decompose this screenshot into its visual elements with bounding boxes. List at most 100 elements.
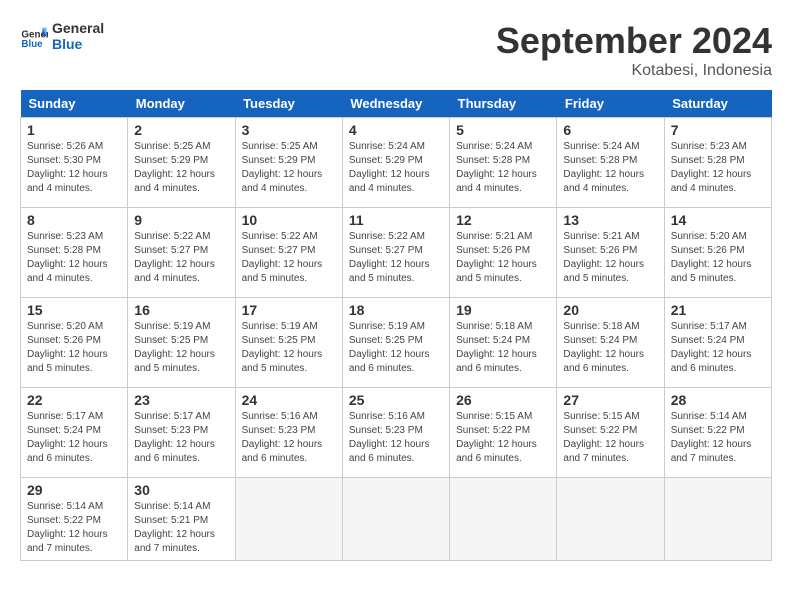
calendar-day-7: 7 Sunrise: 5:23 AM Sunset: 5:28 PM Daylig… — [664, 118, 771, 208]
calendar-week-5: 29 Sunrise: 5:14 AM Sunset: 5:22 PM Dayli… — [21, 478, 772, 561]
day-number-8: 8 — [27, 212, 121, 228]
day-number-27: 27 — [563, 392, 657, 408]
day-number-21: 21 — [671, 302, 765, 318]
calendar-week-4: 22Sunrise: 5:17 AM Sunset: 5:24 PM Dayli… — [21, 388, 772, 478]
day-number-3: 3 — [242, 122, 336, 138]
calendar-week-2: 8 Sunrise: 5:23 AM Sunset: 5:28 PM Daylig… — [21, 208, 772, 298]
day-number-17: 17 — [242, 302, 336, 318]
day-info-16: Sunrise: 5:19 AM Sunset: 5:25 PM Dayligh… — [134, 320, 228, 376]
calendar-day-20: 20 Sunrise: 5:18 AM Sunset: 5:24 PM Dayli… — [557, 298, 664, 388]
calendar-week-1: 1Sunrise: 5:26 AM Sunset: 5:30 PM Daylig… — [21, 118, 772, 208]
day-number-9: 9 — [134, 212, 228, 228]
weekday-header-thursday: Thursday — [450, 90, 557, 118]
day-info-2: Sunrise: 5:25 AM Sunset: 5:29 PM Dayligh… — [134, 140, 228, 196]
calendar-day-3: 3 Sunrise: 5:25 AM Sunset: 5:29 PM Daylig… — [235, 118, 342, 208]
day-info-14: Sunrise: 5:20 AM Sunset: 5:26 PM Dayligh… — [671, 230, 765, 286]
calendar-day-27: 27 Sunrise: 5:15 AM Sunset: 5:22 PM Dayli… — [557, 388, 664, 478]
day-number-26: 26 — [456, 392, 550, 408]
calendar-day-23: 23Sunrise: 5:17 AM Sunset: 5:23 PM Dayli… — [128, 388, 235, 478]
calendar-day-28: 28 Sunrise: 5:14 AM Sunset: 5:22 PM Dayli… — [664, 388, 771, 478]
day-info-22: Sunrise: 5:17 AM Sunset: 5:24 PM Dayligh… — [27, 410, 121, 466]
day-number-2: 2 — [134, 122, 228, 138]
day-info-20: Sunrise: 5:18 AM Sunset: 5:24 PM Dayligh… — [563, 320, 657, 376]
day-info-8: Sunrise: 5:23 AM Sunset: 5:28 PM Dayligh… — [27, 230, 121, 286]
weekday-header-wednesday: Wednesday — [342, 90, 449, 118]
day-info-26: Sunrise: 5:15 AM Sunset: 5:22 PM Dayligh… — [456, 410, 550, 466]
logo-general: General — [52, 20, 104, 36]
day-info-29: Sunrise: 5:14 AM Sunset: 5:22 PM Dayligh… — [27, 500, 121, 556]
empty-cell — [450, 478, 557, 561]
day-number-14: 14 — [671, 212, 765, 228]
location-title: Kotabesi, Indonesia — [496, 62, 772, 80]
day-info-10: Sunrise: 5:22 AM Sunset: 5:27 PM Dayligh… — [242, 230, 336, 286]
weekday-header-saturday: Saturday — [664, 90, 771, 118]
day-info-18: Sunrise: 5:19 AM Sunset: 5:25 PM Dayligh… — [349, 320, 443, 376]
day-info-3: Sunrise: 5:25 AM Sunset: 5:29 PM Dayligh… — [242, 140, 336, 196]
day-info-24: Sunrise: 5:16 AM Sunset: 5:23 PM Dayligh… — [242, 410, 336, 466]
calendar-day-6: 6Sunrise: 5:24 AM Sunset: 5:28 PM Daylig… — [557, 118, 664, 208]
calendar-day-8: 8 Sunrise: 5:23 AM Sunset: 5:28 PM Daylig… — [21, 208, 128, 298]
day-number-4: 4 — [349, 122, 443, 138]
day-info-25: Sunrise: 5:16 AM Sunset: 5:23 PM Dayligh… — [349, 410, 443, 466]
logo-icon: General Blue — [20, 22, 48, 50]
day-number-7: 7 — [671, 122, 765, 138]
day-number-11: 11 — [349, 212, 443, 228]
day-number-13: 13 — [563, 212, 657, 228]
day-info-7: Sunrise: 5:23 AM Sunset: 5:28 PM Dayligh… — [671, 140, 765, 196]
day-info-27: Sunrise: 5:15 AM Sunset: 5:22 PM Dayligh… — [563, 410, 657, 466]
empty-cell — [342, 478, 449, 561]
day-info-15: Sunrise: 5:20 AM Sunset: 5:26 PM Dayligh… — [27, 320, 121, 376]
day-info-21: Sunrise: 5:17 AM Sunset: 5:24 PM Dayligh… — [671, 320, 765, 376]
calendar-day-29: 29 Sunrise: 5:14 AM Sunset: 5:22 PM Dayli… — [21, 478, 128, 561]
day-number-5: 5 — [456, 122, 550, 138]
day-number-19: 19 — [456, 302, 550, 318]
day-number-16: 16 — [134, 302, 228, 318]
day-info-13: Sunrise: 5:21 AM Sunset: 5:26 PM Dayligh… — [563, 230, 657, 286]
calendar-day-25: 25 Sunrise: 5:16 AM Sunset: 5:23 PM Dayli… — [342, 388, 449, 478]
empty-cell — [557, 478, 664, 561]
day-number-24: 24 — [242, 392, 336, 408]
calendar-day-22: 22Sunrise: 5:17 AM Sunset: 5:24 PM Dayli… — [21, 388, 128, 478]
day-info-9: Sunrise: 5:22 AM Sunset: 5:27 PM Dayligh… — [134, 230, 228, 286]
weekday-header-friday: Friday — [557, 90, 664, 118]
day-number-10: 10 — [242, 212, 336, 228]
day-number-25: 25 — [349, 392, 443, 408]
day-number-1: 1 — [27, 122, 121, 138]
day-number-18: 18 — [349, 302, 443, 318]
day-info-30: Sunrise: 5:14 AM Sunset: 5:21 PM Dayligh… — [134, 500, 228, 556]
calendar-day-2: 2 Sunrise: 5:25 AM Sunset: 5:29 PM Daylig… — [128, 118, 235, 208]
weekday-header-tuesday: Tuesday — [235, 90, 342, 118]
day-number-30: 30 — [134, 482, 228, 498]
day-info-17: Sunrise: 5:19 AM Sunset: 5:25 PM Dayligh… — [242, 320, 336, 376]
calendar-day-14: 14 Sunrise: 5:20 AM Sunset: 5:26 PM Dayli… — [664, 208, 771, 298]
day-number-20: 20 — [563, 302, 657, 318]
calendar-day-12: 12Sunrise: 5:21 AM Sunset: 5:26 PM Dayli… — [450, 208, 557, 298]
calendar-day-16: 16 Sunrise: 5:19 AM Sunset: 5:25 PM Dayli… — [128, 298, 235, 388]
day-info-23: Sunrise: 5:17 AM Sunset: 5:23 PM Dayligh… — [134, 410, 228, 466]
calendar-day-10: 10 Sunrise: 5:22 AM Sunset: 5:27 PM Dayli… — [235, 208, 342, 298]
calendar-table: SundayMondayTuesdayWednesdayThursdayFrid… — [20, 90, 772, 561]
day-info-28: Sunrise: 5:14 AM Sunset: 5:22 PM Dayligh… — [671, 410, 765, 466]
day-number-29: 29 — [27, 482, 121, 498]
logo-blue: Blue — [52, 36, 104, 52]
day-info-19: Sunrise: 5:18 AM Sunset: 5:24 PM Dayligh… — [456, 320, 550, 376]
weekday-header-monday: Monday — [128, 90, 235, 118]
month-title: September 2024 — [496, 20, 772, 62]
calendar-day-1: 1Sunrise: 5:26 AM Sunset: 5:30 PM Daylig… — [21, 118, 128, 208]
title-area: September 2024 Kotabesi, Indonesia — [496, 20, 772, 80]
day-number-15: 15 — [27, 302, 121, 318]
calendar-day-19: 19 Sunrise: 5:18 AM Sunset: 5:24 PM Dayli… — [450, 298, 557, 388]
header: General Blue General Blue September 2024… — [20, 20, 772, 80]
calendar-day-4: 4Sunrise: 5:24 AM Sunset: 5:29 PM Daylig… — [342, 118, 449, 208]
day-number-28: 28 — [671, 392, 765, 408]
calendar-day-26: 26 Sunrise: 5:15 AM Sunset: 5:22 PM Dayli… — [450, 388, 557, 478]
day-info-12: Sunrise: 5:21 AM Sunset: 5:26 PM Dayligh… — [456, 230, 550, 286]
calendar-day-15: 15 Sunrise: 5:20 AM Sunset: 5:26 PM Dayli… — [21, 298, 128, 388]
weekday-header-row: SundayMondayTuesdayWednesdayThursdayFrid… — [21, 90, 772, 118]
calendar-day-9: 9 Sunrise: 5:22 AM Sunset: 5:27 PM Daylig… — [128, 208, 235, 298]
day-info-5: Sunrise: 5:24 AM Sunset: 5:28 PM Dayligh… — [456, 140, 550, 196]
calendar-day-24: 24 Sunrise: 5:16 AM Sunset: 5:23 PM Dayli… — [235, 388, 342, 478]
calendar-day-17: 17 Sunrise: 5:19 AM Sunset: 5:25 PM Dayli… — [235, 298, 342, 388]
empty-cell — [235, 478, 342, 561]
calendar-day-11: 11Sunrise: 5:22 AM Sunset: 5:27 PM Dayli… — [342, 208, 449, 298]
